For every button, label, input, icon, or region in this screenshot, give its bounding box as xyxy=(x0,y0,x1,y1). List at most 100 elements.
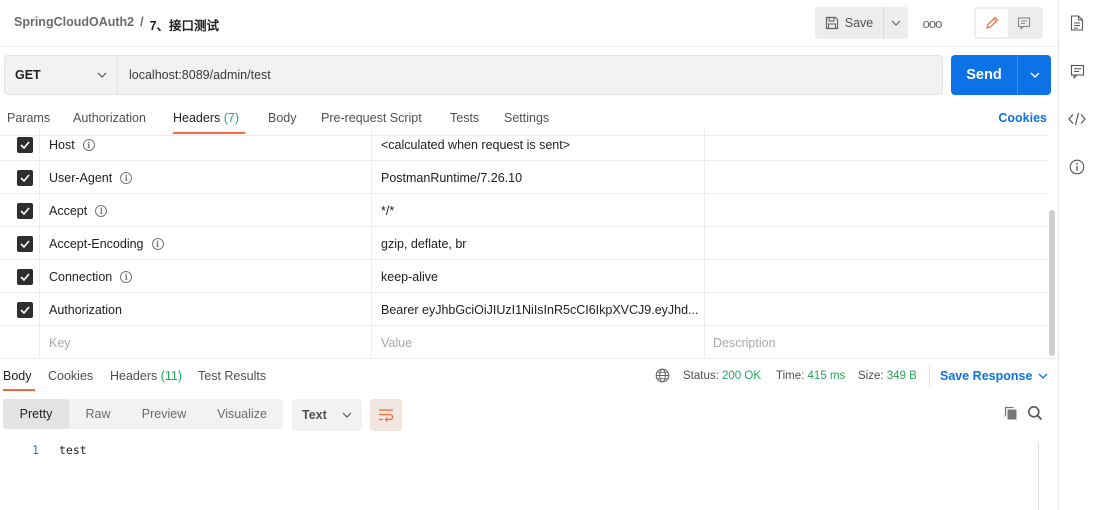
header-enabled-checkbox[interactable] xyxy=(10,194,40,227)
method-value: GET xyxy=(15,68,41,82)
info-icon[interactable]: i xyxy=(120,171,133,184)
tab-tests[interactable]: Tests xyxy=(450,111,479,125)
info-icon[interactable]: i xyxy=(82,138,95,151)
tab-headers[interactable]: Headers (7) xyxy=(173,111,239,125)
new-header-value-input[interactable]: Value xyxy=(372,326,705,359)
response-tab-cookies[interactable]: Cookies xyxy=(48,369,93,383)
response-bar: Body Cookies Headers (11) Test Results S… xyxy=(0,358,1058,392)
copy-icon[interactable] xyxy=(1003,405,1019,421)
headers-scrollbar[interactable] xyxy=(1049,210,1055,356)
checkbox-checked-icon xyxy=(16,136,33,153)
tab-label: Headers xyxy=(110,369,158,383)
response-size[interactable]: Size: 349 B xyxy=(858,370,917,382)
comments-button[interactable] xyxy=(1068,62,1086,80)
header-description-cell[interactable] xyxy=(705,293,1048,326)
time-label: Time: xyxy=(776,370,805,382)
method-select[interactable]: GET xyxy=(4,55,118,95)
header-key-cell[interactable]: Authorization xyxy=(40,293,372,326)
cookies-link[interactable]: Cookies xyxy=(998,111,1047,125)
language-value: Text xyxy=(302,408,327,422)
header-value: Bearer eyJhbGciOiJIUzI1NiIsInR5cCI6IkpXV… xyxy=(381,302,699,317)
header-value-cell[interactable]: PostmanRuntime/7.26.10 xyxy=(372,161,705,194)
response-tab-body[interactable]: Body xyxy=(3,369,32,383)
format-raw[interactable]: Raw xyxy=(69,399,127,429)
response-time[interactable]: Time: 415 ms xyxy=(776,370,845,382)
language-select[interactable]: Text xyxy=(292,399,362,431)
header-value-cell[interactable]: gzip, deflate, br xyxy=(372,227,705,260)
send-options-dropdown[interactable] xyxy=(1018,55,1051,95)
header-key-cell[interactable]: User-Agent i xyxy=(40,161,372,194)
response-tab-headers[interactable]: Headers (11) xyxy=(110,369,182,383)
header-value-cell[interactable]: Bearer eyJhbGciOiJIUzI1NiIsInR5cCI6IkpXV… xyxy=(372,293,705,326)
size-value: 349 B xyxy=(886,370,917,382)
breadcrumb: SpringCloudOAuth2 / 7、接口测试 xyxy=(14,15,219,34)
info-icon[interactable]: i xyxy=(151,237,164,250)
tab-authorization[interactable]: Authorization xyxy=(73,111,146,125)
headers-table: Host i <calculated when request is sent> … xyxy=(0,128,1048,359)
documentation-button[interactable] xyxy=(1068,14,1086,32)
new-header-key-input[interactable]: Key xyxy=(40,326,372,359)
response-tab-test-results[interactable]: Test Results xyxy=(198,369,266,383)
comment-mode-button[interactable] xyxy=(1008,9,1040,37)
globe-icon[interactable] xyxy=(655,368,670,383)
header-value: keep-alive xyxy=(381,269,438,284)
headers-count: (7) xyxy=(223,111,240,125)
wrap-lines-button[interactable] xyxy=(370,399,402,431)
time-value: 415 ms xyxy=(807,370,846,382)
edit-mode-button[interactable] xyxy=(976,9,1008,37)
header-enabled-checkbox[interactable] xyxy=(10,161,40,194)
tab-label: Body xyxy=(3,369,32,383)
tab-settings[interactable]: Settings xyxy=(504,111,549,125)
tab-label: Cookies xyxy=(48,369,94,383)
document-icon xyxy=(1070,15,1084,31)
header-enabled-checkbox[interactable] xyxy=(10,128,40,161)
editor-scrollbar[interactable] xyxy=(1038,442,1039,510)
info-icon[interactable]: i xyxy=(120,270,133,283)
tab-params[interactable]: Params xyxy=(7,111,50,125)
format-preview[interactable]: Preview xyxy=(127,399,201,429)
header-key-cell[interactable]: Accept-Encoding i xyxy=(40,227,372,260)
code-snippet-button[interactable] xyxy=(1068,110,1086,128)
view-mode-toggle xyxy=(974,7,1043,39)
header-key-cell[interactable]: Connection i xyxy=(40,260,372,293)
header-value-cell[interactable]: */* xyxy=(372,194,705,227)
url-input[interactable]: localhost:8089/admin/test xyxy=(118,55,943,95)
breadcrumb-request-name[interactable]: 7、接口测试 xyxy=(150,15,219,34)
save-button-group: Save xyxy=(815,7,908,39)
send-button[interactable]: Send xyxy=(951,55,1018,95)
header-description-cell[interactable] xyxy=(705,227,1048,260)
header-description-cell[interactable] xyxy=(705,194,1048,227)
tab-pre-request-script[interactable]: Pre-request Script xyxy=(321,111,422,125)
breadcrumb-collection[interactable]: SpringCloudOAuth2 xyxy=(14,15,134,34)
response-headers-count: (11) xyxy=(160,369,183,383)
save-button[interactable]: Save xyxy=(815,7,884,39)
header-key-cell[interactable]: Accept i xyxy=(40,194,372,227)
header-value-cell[interactable]: <calculated when request is sent> xyxy=(372,128,705,161)
format-pretty[interactable]: Pretty xyxy=(3,399,69,429)
response-status[interactable]: Status: 200 OK xyxy=(683,370,761,382)
header-enabled-checkbox[interactable] xyxy=(10,227,40,260)
checkbox-checked-icon xyxy=(16,301,33,318)
header-key-cell[interactable]: Host i xyxy=(40,128,372,161)
request-info-button[interactable] xyxy=(1068,158,1086,176)
save-options-dropdown[interactable] xyxy=(884,7,908,39)
response-body-editor[interactable]: 1 test xyxy=(0,438,1040,510)
tab-label: Headers xyxy=(173,111,221,125)
wrap-lines-icon xyxy=(379,409,394,422)
header-value-cell[interactable]: keep-alive xyxy=(372,260,705,293)
header-description-cell[interactable] xyxy=(705,161,1048,194)
header-enabled-checkbox[interactable] xyxy=(10,293,40,326)
save-response-button[interactable]: Save Response xyxy=(940,369,1048,383)
search-icon[interactable] xyxy=(1027,405,1043,421)
header-enabled-checkbox[interactable] xyxy=(10,260,40,293)
info-icon[interactable]: i xyxy=(95,204,108,217)
tab-body[interactable]: Body xyxy=(268,111,297,125)
header-value: PostmanRuntime/7.26.10 xyxy=(381,170,523,185)
header-description-cell[interactable] xyxy=(705,128,1048,161)
new-header-description-input[interactable]: Description xyxy=(705,326,1048,359)
more-actions-button[interactable]: ooo xyxy=(920,13,944,33)
description-placeholder: Description xyxy=(713,335,776,350)
tab-label: Tests xyxy=(450,111,480,125)
format-visualize[interactable]: Visualize xyxy=(201,399,283,429)
header-description-cell[interactable] xyxy=(705,260,1048,293)
